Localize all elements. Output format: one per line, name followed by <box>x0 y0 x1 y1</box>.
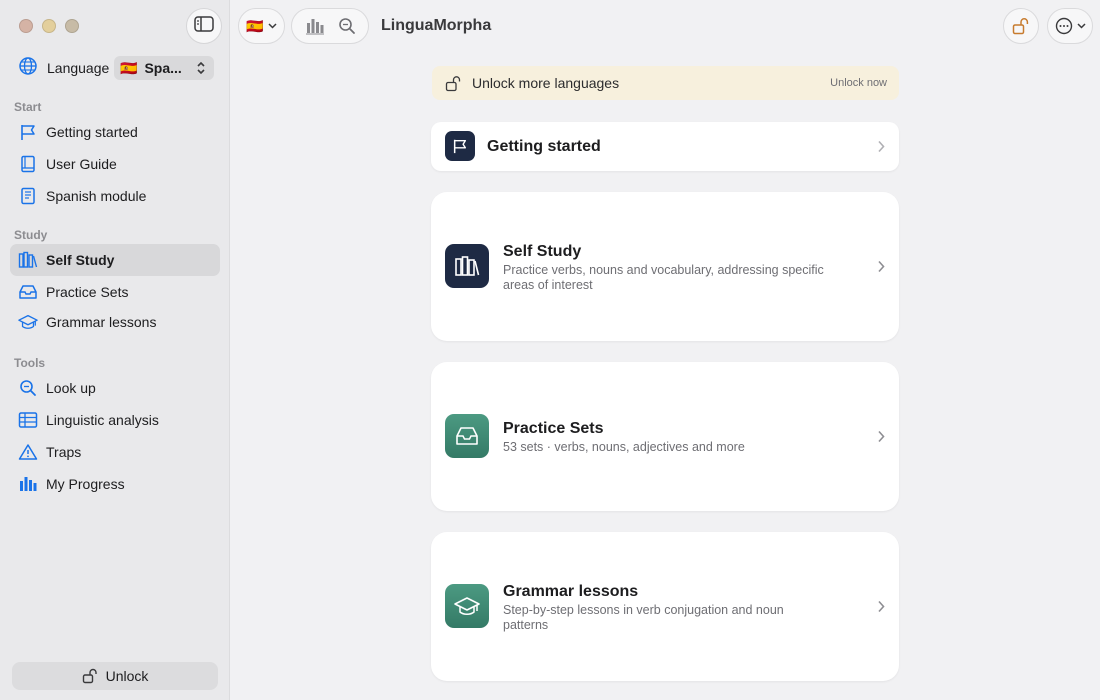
chevron-down-icon <box>268 23 277 29</box>
document-icon <box>18 186 38 206</box>
sidebar-item-label: Self Study <box>46 252 115 268</box>
close-window-button[interactable] <box>19 19 33 33</box>
sidebar-item-label: Practice Sets <box>46 284 129 300</box>
flag-icon <box>452 138 468 154</box>
card-description: Step-by-step lessons in verb conjugation… <box>503 603 784 632</box>
up-down-chevron-icon <box>196 60 206 79</box>
toolbar-group <box>291 8 369 44</box>
tray-icon <box>18 282 38 302</box>
card-title: Grammar lessons <box>503 583 639 600</box>
sidebar-item-my-progress[interactable]: My Progress <box>10 468 220 500</box>
unlock-button[interactable]: Unlock <box>12 662 218 690</box>
unlock-button-label: Unlock <box>105 668 149 684</box>
bar-chart-icon <box>18 474 38 494</box>
language-row: Language <box>18 56 109 80</box>
card-tile <box>445 584 489 628</box>
books-icon <box>18 250 38 270</box>
sidebar-item-spanish-module[interactable]: Spanish module <box>10 180 220 212</box>
chevron-right-icon <box>877 260 885 273</box>
sidebar-item-self-study[interactable]: Self Study <box>10 244 220 276</box>
sidebar-item-label: Spanish module <box>46 188 147 204</box>
statistics-button[interactable] <box>305 17 325 35</box>
chevron-down-icon <box>1076 23 1086 29</box>
search-button[interactable] <box>338 17 356 35</box>
sidebar: Language 🇪🇸 Spa... Start Getting started… <box>0 0 230 700</box>
tray-icon <box>454 425 480 447</box>
sidebar-item-label: My Progress <box>46 476 125 492</box>
minimize-window-button[interactable] <box>42 19 56 33</box>
language-label: Language <box>47 60 110 76</box>
language-flag-menu-button[interactable]: 🇪🇸 <box>238 8 285 44</box>
sidebar-item-label: Linguistic analysis <box>46 412 159 428</box>
sidebar-icon <box>194 15 214 37</box>
ellipsis-circle-icon <box>1055 17 1073 35</box>
sidebar-item-user-guide[interactable]: User Guide <box>10 148 220 180</box>
sidebar-item-linguistic-analysis[interactable]: Linguistic analysis <box>10 404 220 436</box>
card-title: Getting started <box>487 138 601 155</box>
card-tile <box>445 414 489 458</box>
sidebar-item-label: Getting started <box>46 124 138 140</box>
more-options-button[interactable] <box>1047 8 1093 44</box>
card-practice-sets[interactable]: Practice Sets 53 sets · verbs, nouns, ad… <box>431 362 899 511</box>
book-icon <box>18 154 38 174</box>
unlock-icon <box>1012 17 1030 35</box>
window-controls <box>19 19 79 33</box>
card-grammar-lessons[interactable]: Grammar lessons Step-by-step lessons in … <box>431 532 899 681</box>
sidebar-item-getting-started[interactable]: Getting started <box>10 116 220 148</box>
card-description: Practice verbs, nouns and vocabulary, ad… <box>503 263 824 292</box>
sidebar-toggle-button[interactable] <box>186 8 222 44</box>
sidebar-item-traps[interactable]: Traps <box>10 436 220 468</box>
unlock-icon <box>82 668 98 684</box>
chevron-right-icon <box>877 430 885 443</box>
maximize-window-button[interactable] <box>65 19 79 33</box>
table-icon <box>18 410 38 430</box>
bar-chart-icon <box>305 17 325 35</box>
sidebar-item-label: User Guide <box>46 156 117 172</box>
card-tile <box>445 244 489 288</box>
sidebar-item-grammar-lessons[interactable]: Grammar lessons <box>10 306 220 338</box>
sidebar-item-label: Traps <box>46 444 82 460</box>
language-select[interactable]: 🇪🇸 Spa... <box>114 56 214 80</box>
sidebar-item-practice-sets[interactable]: Practice Sets <box>10 276 220 308</box>
card-getting-started[interactable]: Getting started <box>431 122 899 171</box>
spain-flag-icon: 🇪🇸 <box>246 17 264 34</box>
chevron-right-icon <box>877 140 885 153</box>
section-title-start: Start <box>14 100 42 114</box>
card-tile <box>445 131 475 161</box>
sidebar-item-label: Grammar lessons <box>46 314 157 330</box>
unlock-toolbar-button[interactable] <box>1003 8 1039 44</box>
search-icon <box>338 17 356 35</box>
sidebar-item-look-up[interactable]: Look up <box>10 372 220 404</box>
search-icon <box>18 378 38 398</box>
globe-icon <box>18 56 38 81</box>
app-title: LinguaMorpha <box>381 17 492 34</box>
unlock-banner: Unlock more languages Unlock now <box>432 66 899 100</box>
section-title-tools: Tools <box>14 356 46 370</box>
card-title: Practice Sets <box>503 420 604 437</box>
card-self-study[interactable]: Self Study Practice verbs, nouns and voc… <box>431 192 899 341</box>
sidebar-item-label: Look up <box>46 380 96 396</box>
unlock-now-link[interactable]: Unlock now <box>830 77 887 89</box>
chevron-right-icon <box>877 600 885 613</box>
flag-icon <box>18 122 38 142</box>
card-title: Self Study <box>503 243 582 260</box>
language-value: Spa... <box>144 60 182 76</box>
card-description: 53 sets · verbs, nouns, adjectives and m… <box>503 440 745 454</box>
books-icon <box>453 254 481 278</box>
graduation-cap-icon <box>453 595 481 617</box>
spain-flag-icon: 🇪🇸 <box>120 59 138 76</box>
section-title-study: Study <box>14 228 48 242</box>
banner-text: Unlock more languages <box>472 75 620 91</box>
unlock-icon <box>445 75 462 92</box>
graduation-cap-icon <box>18 312 38 332</box>
warning-triangle-icon <box>18 442 38 462</box>
